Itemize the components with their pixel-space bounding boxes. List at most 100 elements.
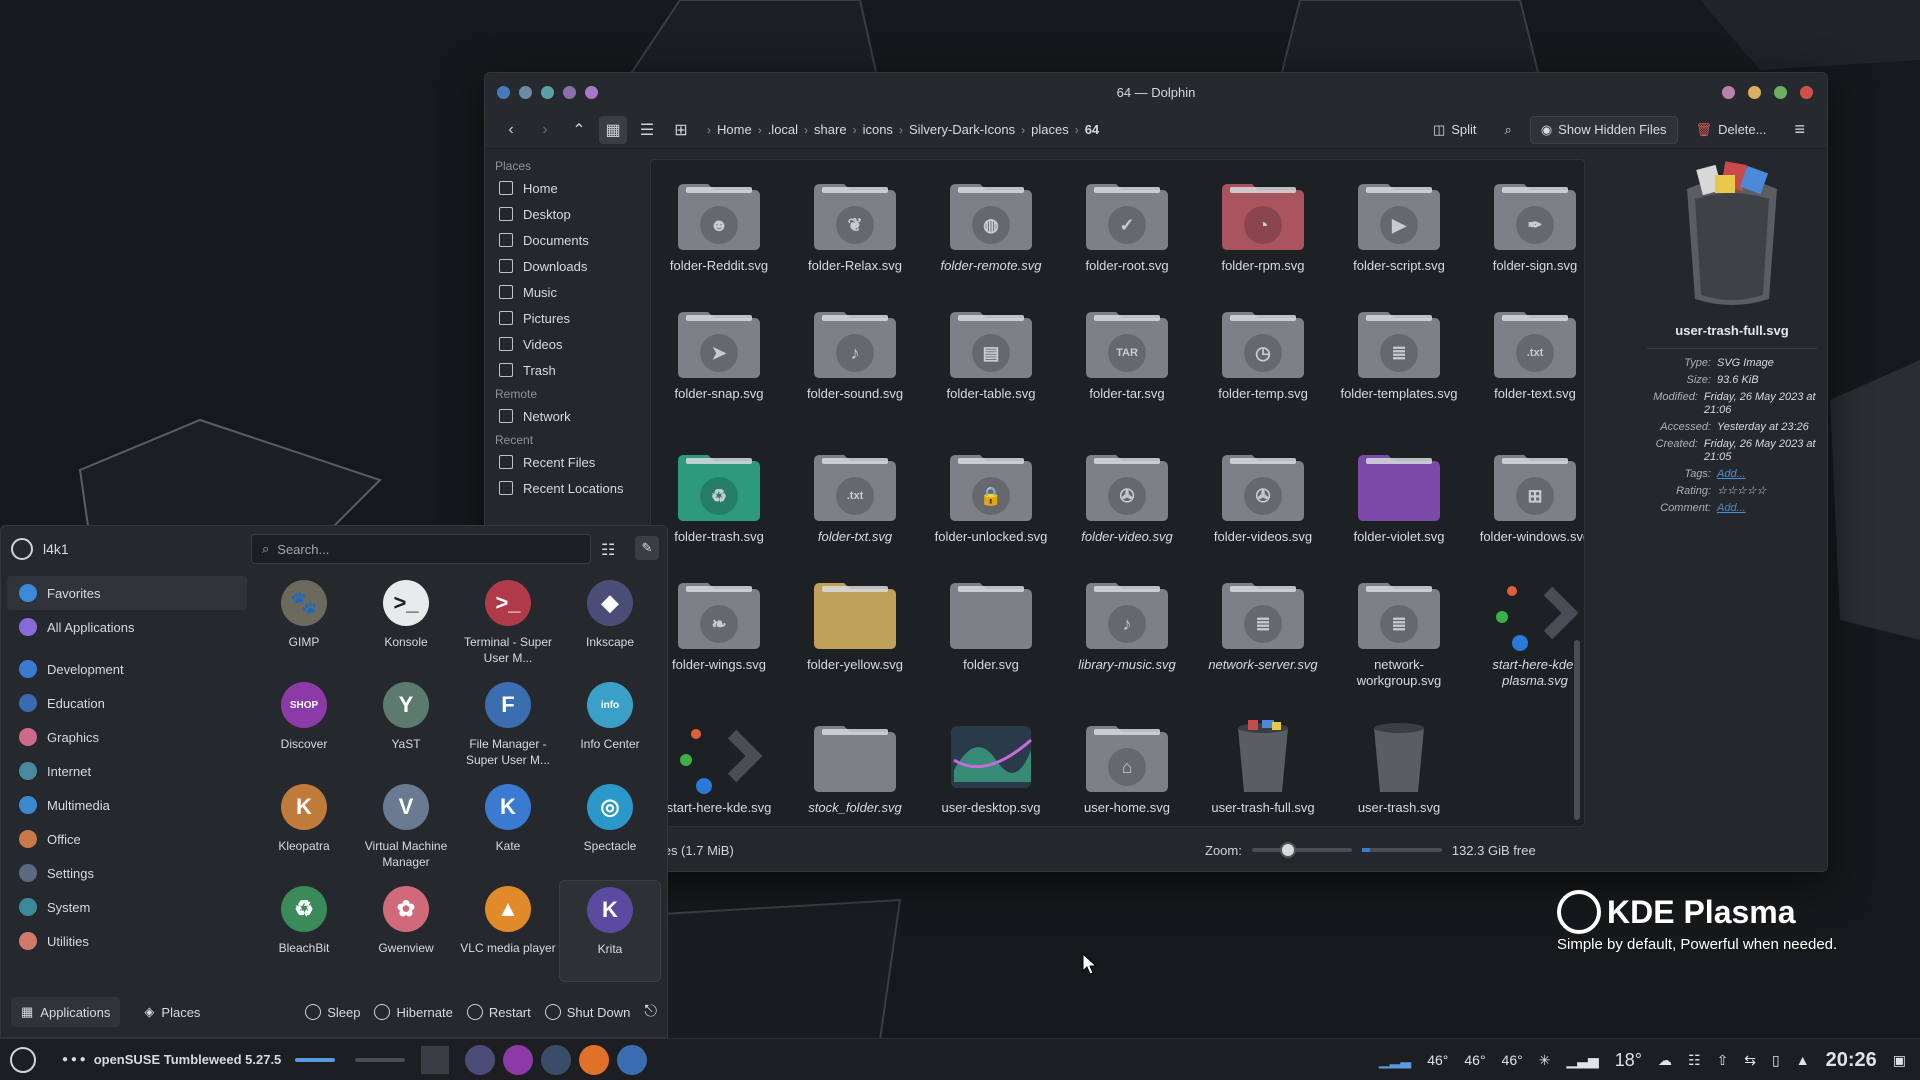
app-tile[interactable]: info Info Center: [559, 676, 661, 778]
titlebar-button[interactable]: [585, 85, 598, 99]
restart-button[interactable]: Restart: [466, 1004, 531, 1020]
file-item[interactable]: ✒ folder-sign.svg: [1467, 172, 1584, 300]
hamburger-menu-icon[interactable]: ≡: [1784, 114, 1815, 145]
info-value[interactable]: Add...: [1717, 468, 1746, 481]
weather-temp[interactable]: 18°: [1615, 1050, 1642, 1071]
maximize-button[interactable]: [1774, 86, 1787, 99]
file-item[interactable]: ◍ folder-remote.svg: [923, 172, 1059, 300]
file-item[interactable]: ◷ folder-temp.svg: [1195, 300, 1331, 443]
clipboard-icon[interactable]: ▯: [1772, 1052, 1780, 1069]
updates-icon[interactable]: ⇧: [1717, 1052, 1729, 1069]
titlebar-button[interactable]: [541, 85, 554, 99]
help-button[interactable]: [1722, 86, 1735, 99]
app-tile[interactable]: >_ Konsole: [355, 574, 457, 676]
volume-bar[interactable]: [295, 1057, 336, 1062]
file-item[interactable]: ▤ folder-table.svg: [923, 300, 1059, 443]
app-tile[interactable]: 🐾 GIMP: [253, 574, 355, 676]
task-inkscape[interactable]: [465, 1044, 496, 1075]
launcher-button-icon[interactable]: [10, 1046, 36, 1073]
app-tile[interactable]: F File Manager - Super User M...: [457, 676, 559, 778]
search-button[interactable]: ⌕: [1495, 117, 1522, 143]
file-item[interactable]: folder.svg: [923, 571, 1059, 714]
tab-places[interactable]: ◈ Places: [134, 997, 210, 1027]
pager-desktop[interactable]: [355, 1057, 406, 1062]
category-item[interactable]: System: [7, 890, 247, 924]
category-item[interactable]: Favorites: [7, 576, 247, 610]
file-item[interactable]: ◔ folder-rpm.svg: [1195, 172, 1331, 300]
app-tile[interactable]: SHOP Discover: [253, 676, 355, 778]
file-item[interactable]: 🔒 folder-unlocked.svg: [923, 443, 1059, 571]
places-item[interactable]: Downloads: [485, 253, 643, 279]
file-item[interactable]: TAR folder-tar.svg: [1059, 300, 1195, 443]
file-item[interactable]: ≣ network-server.svg: [1195, 571, 1331, 714]
task-firefox[interactable]: [579, 1044, 610, 1075]
hibernate-button[interactable]: Hibernate: [374, 1004, 453, 1020]
clock[interactable]: 20:26: [1826, 1049, 1877, 1072]
app-tile[interactable]: K Krita: [559, 880, 661, 982]
places-item[interactable]: Pictures: [485, 305, 643, 331]
category-item[interactable]: Internet: [7, 754, 247, 788]
file-item[interactable]: .txt folder-txt.svg: [787, 443, 923, 571]
app-tile[interactable]: ◎ Spectacle: [559, 778, 661, 880]
show-hidden-button[interactable]: ◉ Show Hidden Files: [1529, 115, 1678, 144]
sleep-button[interactable]: Sleep: [305, 1004, 360, 1020]
file-item[interactable]: ♻ folder-trash.svg: [651, 443, 787, 571]
places-item[interactable]: Documents: [485, 227, 643, 253]
category-item[interactable]: Office: [7, 822, 247, 856]
minimize-button[interactable]: [1748, 86, 1761, 99]
network-icon[interactable]: ⇆: [1744, 1052, 1756, 1069]
file-item[interactable]: ✇ folder-videos.svg: [1195, 443, 1331, 571]
category-item[interactable]: Education: [7, 686, 247, 720]
forward-icon[interactable]: ›: [531, 116, 559, 144]
shutdown-button[interactable]: Shut Down: [544, 1004, 630, 1020]
task-discover[interactable]: [503, 1044, 534, 1075]
filter-icon[interactable]: ☷: [601, 540, 615, 560]
search-input[interactable]: ⌕ Search...: [251, 534, 591, 564]
file-item[interactable]: user-trash-full.svg: [1195, 714, 1331, 826]
file-item[interactable]: ▶ folder-script.svg: [1331, 172, 1467, 300]
file-item[interactable]: ❦ folder-Relax.svg: [787, 172, 923, 300]
breadcrumb-item[interactable]: Silvery-Dark-Icons: [909, 122, 1015, 137]
app-tile[interactable]: Y YaST: [355, 676, 457, 778]
file-item[interactable]: ✇ folder-video.svg: [1059, 443, 1195, 571]
places-item[interactable]: Network: [485, 403, 643, 429]
file-item[interactable]: folder-yellow.svg: [787, 571, 923, 714]
app-tile[interactable]: ✿ Gwenview: [355, 880, 457, 982]
tray-expand-icon[interactable]: ▲: [1796, 1052, 1810, 1068]
delete-button[interactable]: 🗑 Delete...: [1686, 117, 1777, 143]
mixer-icon[interactable]: ☷: [1688, 1052, 1701, 1069]
places-item[interactable]: Videos: [485, 331, 643, 357]
file-item[interactable]: ≣ folder-templates.svg: [1331, 300, 1467, 443]
info-value[interactable]: ☆☆☆☆☆: [1717, 485, 1766, 498]
file-item[interactable]: ❧ folder-wings.svg: [651, 571, 787, 714]
places-item[interactable]: Home: [485, 175, 643, 201]
file-item[interactable]: ♪ library-music.svg: [1059, 571, 1195, 714]
info-value[interactable]: Add...: [1717, 502, 1746, 515]
places-item[interactable]: Desktop: [485, 201, 643, 227]
breadcrumb-item[interactable]: icons: [863, 122, 893, 137]
category-item[interactable]: Settings: [7, 856, 247, 890]
cloud-icon[interactable]: ☁: [1658, 1052, 1672, 1069]
file-item[interactable]: ≣ network-workgroup.svg: [1331, 571, 1467, 714]
file-item[interactable]: ✓ folder-root.svg: [1059, 172, 1195, 300]
file-item[interactable]: start-here-kde-plasma.svg: [1467, 571, 1584, 714]
app-tile[interactable]: V Virtual Machine Manager: [355, 778, 457, 880]
kde-connect-icon[interactable]: ✳: [1539, 1052, 1551, 1069]
app-tile[interactable]: ▲ VLC media player: [457, 880, 559, 982]
task-dolphin[interactable]: [617, 1044, 648, 1075]
app-tile[interactable]: K Kleopatra: [253, 778, 355, 880]
scrollbar[interactable]: [1574, 640, 1580, 820]
category-item[interactable]: Development: [7, 652, 247, 686]
close-button[interactable]: [1800, 86, 1813, 99]
pin-icon[interactable]: ✎: [635, 536, 659, 560]
breadcrumb-item[interactable]: .local: [768, 122, 798, 137]
app-icon[interactable]: [497, 85, 510, 99]
titlebar-button[interactable]: [563, 85, 576, 99]
file-item[interactable]: ☻ folder-Reddit.svg: [651, 172, 787, 300]
task-settings[interactable]: [541, 1044, 572, 1075]
titlebar-button[interactable]: [519, 85, 532, 99]
app-tile[interactable]: ♻ BleachBit: [253, 880, 355, 982]
places-item[interactable]: Recent Locations: [485, 475, 643, 501]
details-view-icon[interactable]: ⊞: [667, 116, 695, 144]
category-item[interactable]: Multimedia: [7, 788, 247, 822]
